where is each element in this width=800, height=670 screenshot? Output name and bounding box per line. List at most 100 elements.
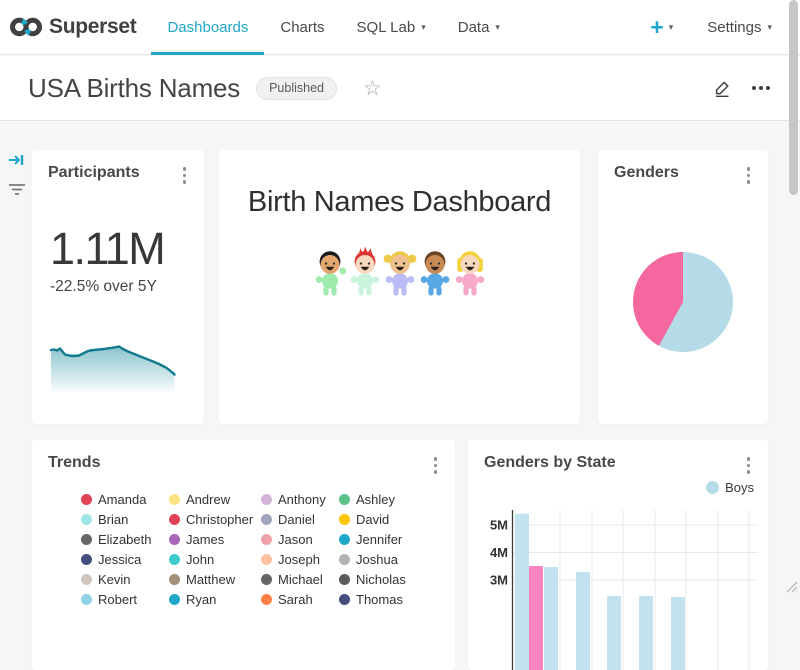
favorite-star-icon[interactable]: ☆ (363, 76, 382, 101)
page-title: USA Births Names (28, 73, 240, 104)
legend-label: Elizabeth (98, 532, 151, 547)
legend-label: Matthew (186, 572, 235, 587)
big-number-value: 1.11M (50, 223, 204, 275)
legend-dot (169, 594, 180, 605)
expand-filter-bar-icon[interactable] (8, 152, 25, 173)
card-title: Genders (614, 164, 679, 182)
bar[interactable] (576, 572, 590, 670)
legend-label: Brian (98, 512, 128, 527)
legend-item-daniel[interactable]: Daniel (261, 513, 339, 526)
markdown-card: Birth Names Dashboard (219, 150, 580, 424)
legend-dot (261, 494, 272, 505)
bar[interactable] (671, 597, 685, 670)
legend-item-john[interactable]: John (169, 553, 261, 566)
legend-dot (81, 534, 92, 545)
superset-logo[interactable]: Superset (10, 14, 136, 40)
nav-item-dashboards[interactable]: Dashboards (151, 0, 264, 55)
legend-item-joseph[interactable]: Joseph (261, 553, 339, 566)
legend-item-ashley[interactable]: Ashley (339, 493, 455, 506)
trends-legend: Amanda AndrewAnthonyAshley Brian Christophe… (32, 493, 455, 606)
legend-dot (81, 554, 92, 565)
nav-item-label: SQL Lab (357, 19, 416, 36)
resize-handle-icon[interactable] (783, 578, 798, 598)
legend-label: Joseph (278, 552, 320, 567)
bar[interactable] (607, 596, 621, 670)
legend-item-thomas[interactable]: Thomas (339, 593, 455, 606)
legend-item-anthony[interactable]: Anthony (261, 493, 339, 506)
baby-icon (418, 245, 452, 299)
legend-label: Jason (278, 532, 313, 547)
legend-dot (261, 514, 272, 525)
bar[interactable] (639, 596, 653, 670)
nav-item-label: Dashboards (167, 19, 248, 36)
top-navbar: Superset DashboardsChartsSQL Lab▾Data▾ +… (0, 0, 800, 55)
svg-text:5M: 5M (490, 518, 508, 533)
legend-item-kevin[interactable]: Kevin (81, 573, 169, 586)
genders-pie-chart[interactable] (633, 252, 733, 352)
nav-item-sql-lab[interactable]: SQL Lab▾ (341, 0, 442, 55)
legend-item-christopher[interactable]: Christopher (169, 513, 261, 526)
legend-item-nicholas[interactable]: Nicholas (339, 573, 455, 586)
legend-item-jason[interactable]: Jason (261, 533, 339, 546)
participants-sparkline (46, 342, 180, 398)
published-badge[interactable]: Published (256, 77, 337, 100)
legend-label: Michael (278, 572, 323, 587)
legend-dot (339, 494, 350, 505)
dashboard-header: USA Births Names Published ☆ (0, 56, 800, 121)
legend-label: Ryan (186, 592, 216, 607)
genders-by-state-bar-chart[interactable]: 5M4M3M (468, 440, 768, 670)
kebab-menu-icon[interactable] (428, 454, 444, 477)
kebab-menu-icon[interactable] (177, 164, 193, 187)
card-title: Participants (48, 164, 140, 182)
new-item-button[interactable]: + ▾ (650, 16, 673, 39)
nav-item-data[interactable]: Data ▾ (442, 0, 516, 55)
chevron-down-icon: ▾ (669, 23, 674, 32)
legend-item-michael[interactable]: Michael (261, 573, 339, 586)
legend-label: Jennifer (356, 532, 402, 547)
legend-dot (261, 554, 272, 565)
legend-dot (339, 574, 350, 585)
legend-dot (81, 494, 92, 505)
legend-dot (81, 574, 92, 585)
trends-card: Trends AmandaAndrewAnthonyAshleyBrianChr… (32, 440, 455, 670)
header-actions (713, 79, 770, 98)
legend-dot (261, 574, 272, 585)
legend-label: Amanda (98, 492, 146, 507)
vertical-scrollbar-thumb[interactable] (789, 0, 798, 195)
legend-item-amanda[interactable]: Amanda (81, 493, 169, 506)
legend-item-matthew[interactable]: Matthew (169, 573, 261, 586)
legend-item-jessica[interactable]: Jessica (81, 553, 169, 566)
baby-icon (313, 245, 347, 299)
bar[interactable] (544, 567, 558, 670)
more-actions-icon[interactable] (752, 82, 770, 94)
participants-card: Participants 1.11M -22.5% over 5Y (32, 150, 204, 424)
legend-item-ryan[interactable]: Ryan (169, 593, 261, 606)
legend-dot (261, 594, 272, 605)
bar[interactable] (515, 514, 529, 670)
legend-item-brian[interactable]: Brian (81, 513, 169, 526)
legend-item-robert[interactable]: Robert (81, 593, 169, 606)
legend-item-elizabeth[interactable]: Elizabeth (81, 533, 169, 546)
superset-infinity-icon (10, 14, 42, 40)
dashboard-grid: Participants 1.11M -22.5% over 5Y Birth … (0, 121, 800, 600)
settings-menu[interactable]: Settings ▾ (707, 19, 772, 36)
legend-item-andrew[interactable]: Andrew (169, 493, 261, 506)
edit-pencil-icon[interactable] (713, 79, 732, 98)
legend-item-sarah[interactable]: Sarah (261, 593, 339, 606)
bar[interactable] (529, 566, 543, 670)
legend-item-david[interactable]: David (339, 513, 455, 526)
baby-icon (453, 245, 487, 299)
nav-item-charts[interactable]: Charts (264, 0, 340, 55)
filter-icon[interactable] (8, 182, 26, 201)
legend-item-joshua[interactable]: Joshua (339, 553, 455, 566)
legend-label: Jessica (98, 552, 141, 567)
legend-item-jennifer[interactable]: Jennifer (339, 533, 455, 546)
nav-item-label: Data (458, 19, 490, 36)
legend-dot (169, 494, 180, 505)
baby-emoji-row (219, 245, 580, 299)
kebab-menu-icon[interactable] (741, 164, 757, 187)
legend-item-james[interactable]: James (169, 533, 261, 546)
legend-dot (169, 574, 180, 585)
svg-text:4M: 4M (490, 545, 508, 560)
chevron-down-icon: ▾ (495, 23, 500, 32)
